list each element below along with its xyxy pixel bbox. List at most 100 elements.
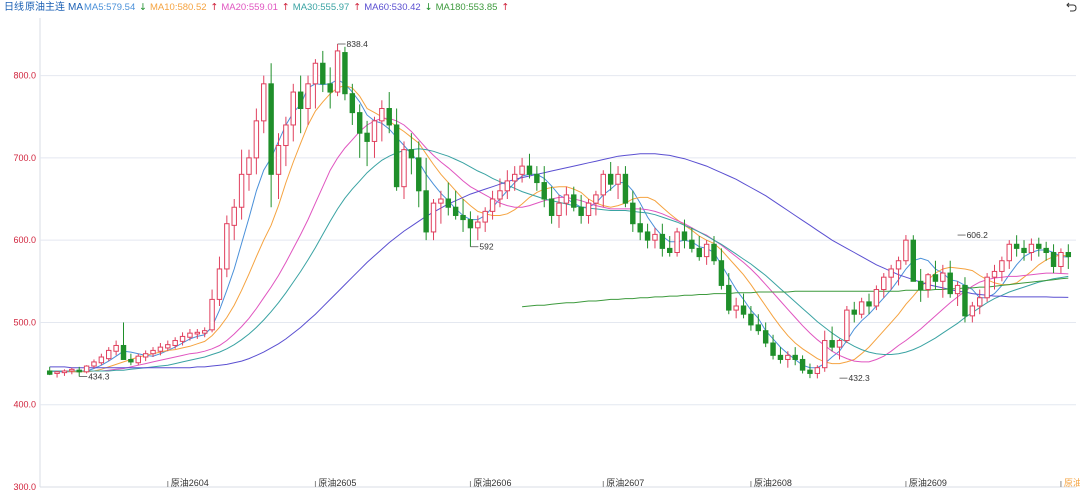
candle-body: [246, 157, 252, 175]
candle-body: [408, 149, 415, 159]
ma-indicator-5: MA180:553.85: [436, 2, 498, 13]
ma-line-MA10: [49, 84, 1069, 373]
candle-body: [777, 354, 784, 360]
candle-body: [438, 198, 444, 204]
candle-body: [238, 173, 245, 208]
candle-body: [194, 331, 201, 335]
candle-body: [452, 206, 459, 216]
candle-body: [98, 356, 105, 364]
candle-body: [969, 305, 976, 317]
candle-body: [460, 214, 466, 221]
candle-body: [261, 83, 267, 122]
candle-body: [903, 239, 909, 262]
candle-body: [401, 149, 407, 188]
candle-body: [46, 370, 53, 375]
price-annotation: 838.4: [347, 39, 369, 49]
candle-body: [888, 268, 894, 278]
candle-body: [873, 289, 880, 307]
candle-body: [497, 190, 503, 200]
candle-body: [209, 298, 215, 331]
candle-body: [334, 50, 341, 93]
candle-body: [984, 276, 990, 299]
candle-body: [607, 173, 614, 185]
candle-body: [1006, 243, 1012, 262]
candle-body: [482, 210, 488, 223]
candle-body: [1058, 252, 1064, 267]
candle-body: [762, 330, 769, 344]
candles: [46, 44, 1072, 379]
candle-body: [571, 194, 577, 208]
candle-body: [268, 83, 274, 175]
candle-body: [785, 354, 791, 360]
candle-body: [504, 180, 511, 192]
period-label: 日线: [4, 0, 24, 13]
candle-body: [799, 358, 806, 371]
candle-body: [231, 206, 237, 226]
contract-label: 原油2609: [909, 477, 947, 488]
candle-body: [290, 91, 296, 126]
candle-body: [932, 274, 939, 282]
candle-body: [275, 145, 282, 175]
candle-body: [511, 173, 518, 182]
undo-arrow-icon[interactable]: [1066, 2, 1077, 12]
symbol-label: 原油主连: [25, 0, 65, 13]
ma-arrow-2: ↑: [282, 2, 290, 13]
candle-body: [1021, 247, 1027, 254]
ma-indicator-0: MA5:579.54: [84, 2, 135, 13]
candle-body: [54, 371, 60, 374]
y-tick-label: 700.0: [13, 153, 36, 163]
candle-body: [600, 173, 607, 196]
y-tick-label: 400.0: [13, 400, 36, 410]
y-tick-label: 800.0: [13, 71, 36, 81]
candle-body: [128, 358, 134, 363]
candle-body: [1028, 243, 1035, 253]
candle-body: [681, 231, 688, 241]
x-axis-contracts: 原油2604 原油2605 原油2606 原油2607 原油2608 原油2609 原油26…: [40, 477, 1080, 488]
candle-body: [585, 202, 592, 216]
candle-body: [991, 270, 998, 278]
candle-body: [844, 309, 850, 342]
candle-body: [69, 368, 75, 372]
price-annotation: 432.3: [848, 373, 870, 383]
candle-body: [740, 305, 747, 315]
candle-body: [593, 194, 599, 204]
candle-body: [910, 239, 917, 282]
candle-body: [947, 272, 953, 295]
candle-body: [711, 243, 717, 262]
candle-body: [423, 190, 429, 233]
candle-body: [1050, 252, 1057, 267]
candle-body: [526, 165, 533, 175]
ma-indicator-2: MA20:559.01: [221, 2, 278, 13]
candle-body: [142, 353, 149, 358]
candle-body: [807, 369, 813, 374]
candle-body: [187, 332, 193, 338]
candle-body: [416, 157, 422, 192]
candle-body: [113, 344, 119, 352]
candle-body: [615, 173, 621, 185]
candle-body: [150, 349, 156, 355]
candle-body: [962, 284, 968, 317]
candle-body: [637, 223, 643, 233]
candle-body: [371, 120, 378, 142]
candle-body: [630, 202, 636, 225]
candle-body: [386, 108, 392, 126]
candle-body: [925, 274, 931, 291]
ma-arrow-1: ↑: [210, 2, 218, 13]
contract-label: 原油2610: [1064, 477, 1080, 488]
price-annotation: 434.3: [88, 371, 110, 381]
ma-indicator-1: MA10:580.52: [150, 2, 207, 13]
candle-body: [519, 165, 525, 175]
price-annotation: 592: [479, 242, 493, 252]
candle-body: [674, 231, 680, 253]
candle-body: [312, 62, 319, 85]
candle-body: [851, 309, 857, 315]
ma-arrow-4: ↓: [425, 2, 433, 13]
contract-label: 原油2608: [754, 477, 792, 488]
contract-label: 原油2604: [171, 477, 209, 488]
candle-body: [917, 280, 924, 291]
candle-body: [578, 206, 584, 216]
candle-body: [541, 182, 547, 200]
ma-arrow-0: ↓: [139, 2, 147, 13]
candle-body: [858, 301, 865, 315]
candle-body: [866, 301, 872, 307]
